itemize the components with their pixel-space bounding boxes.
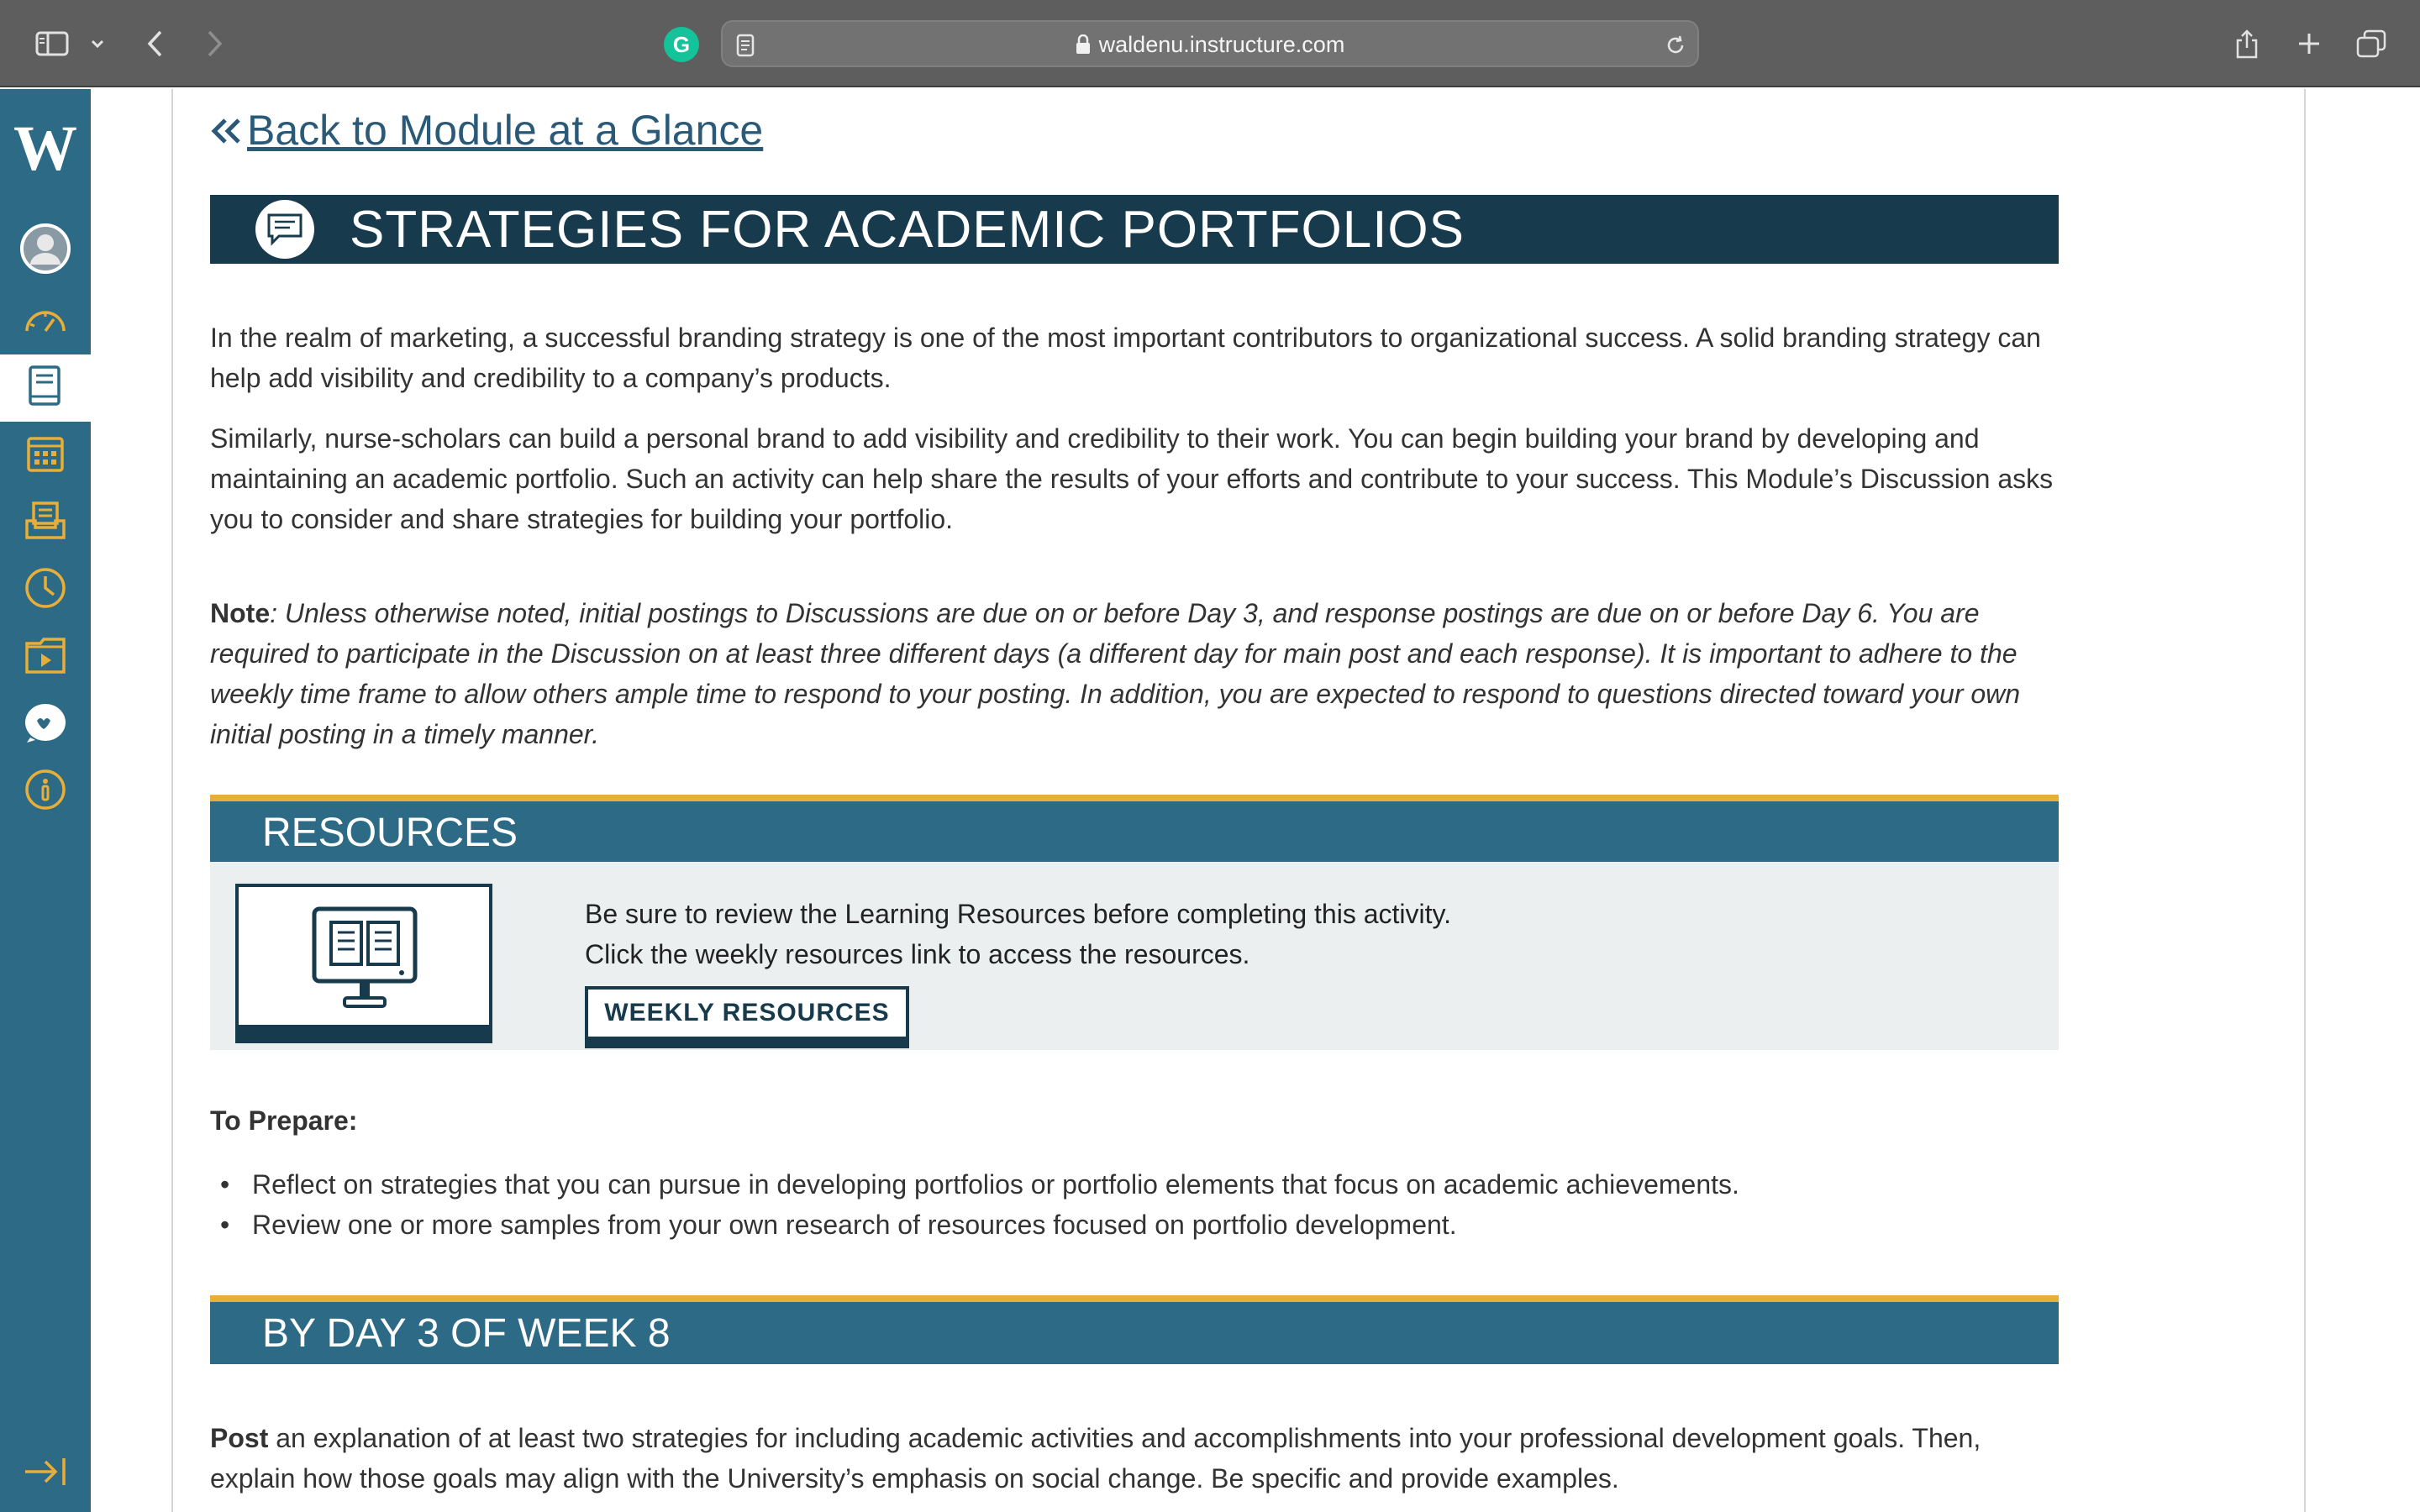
list-item: Review one or more samples from your own…	[210, 1205, 1739, 1245]
discussion-icon	[255, 200, 314, 259]
calendar-icon	[25, 433, 66, 478]
nav-history[interactable]	[0, 556, 91, 623]
intro-paragraph-2: Similarly, nurse-scholars can build a pe…	[210, 423, 2054, 534]
post-label: Post	[210, 1423, 269, 1453]
courses-icon	[27, 365, 64, 412]
double-chevron-left-icon	[210, 106, 244, 155]
back-link-label: Back to Module at a Glance	[247, 107, 764, 154]
account-icon	[19, 223, 71, 279]
list-item: Reflect on strategies that you can pursu…	[210, 1164, 1739, 1205]
page-title: STRATEGIES FOR ACADEMIC PORTFOLIOS	[350, 201, 1465, 259]
inbox-icon	[24, 501, 67, 545]
reload-icon[interactable]	[1664, 34, 1687, 61]
help-icon	[24, 768, 67, 816]
nav-account[interactable]	[0, 217, 91, 284]
commons-icon	[24, 635, 67, 680]
to-prepare-heading: To Prepare:	[210, 1105, 358, 1136]
note-label: Note	[210, 598, 271, 628]
monitor-book-icon	[235, 884, 492, 1043]
url-text: waldenu.instructure.com	[723, 32, 1697, 60]
post-instructions: Post an explanation of at least two stra…	[210, 1418, 2059, 1499]
nav-support[interactable]	[0, 690, 91, 758]
nav-collapse[interactable]	[0, 1440, 91, 1507]
to-prepare-list: Reflect on strategies that you can pursu…	[210, 1164, 1739, 1245]
url-value: waldenu.instructure.com	[1098, 32, 1345, 57]
tab-overview-icon[interactable]	[2353, 22, 2390, 66]
note-paragraph: Note: Unless otherwise noted, initial po…	[210, 593, 2059, 754]
nav-inbox[interactable]	[0, 489, 91, 556]
new-tab-icon[interactable]	[2291, 22, 2328, 66]
back-icon[interactable]	[138, 22, 171, 66]
resources-line-1: Be sure to review the Learning Resources…	[585, 899, 1452, 929]
browser-toolbar: G waldenu.instructure.com	[0, 0, 2420, 87]
walden-logo[interactable]: W	[0, 113, 91, 186]
nav-calendar[interactable]	[0, 422, 91, 489]
nav-dashboard[interactable]	[0, 287, 91, 354]
resources-line-2: Click the weekly resources link to acces…	[585, 939, 1250, 969]
intro-paragraph-1: In the realm of marketing, a successful …	[210, 323, 2041, 393]
by-day-3-heading: BY DAY 3 OF WEEK 8	[262, 1311, 671, 1356]
back-to-module-link[interactable]: Back to Module at a Glance	[210, 106, 763, 155]
lock-icon	[1076, 34, 1091, 60]
support-icon	[22, 701, 69, 748]
nav-help[interactable]	[0, 758, 91, 825]
nav-courses[interactable]	[0, 354, 91, 422]
note-text: : Unless otherwise noted, initial postin…	[210, 598, 2021, 749]
forward-icon[interactable]	[198, 22, 232, 66]
by-day-3-banner: BY DAY 3 OF WEEK 8	[210, 1295, 2059, 1364]
nav-commons[interactable]	[0, 623, 91, 690]
history-icon	[24, 566, 67, 614]
page-title-banner: STRATEGIES FOR ACADEMIC PORTFOLIOS	[210, 195, 2059, 264]
grammarly-icon[interactable]: G	[664, 27, 699, 62]
resources-box: Be sure to review the Learning Resources…	[210, 862, 2059, 1050]
weekly-resources-button[interactable]: WEEKLY RESOURCES	[585, 986, 909, 1048]
resources-heading: RESOURCES	[262, 811, 518, 855]
chevron-down-icon[interactable]	[86, 22, 109, 66]
share-icon[interactable]	[2228, 22, 2265, 66]
dashboard-icon	[22, 302, 69, 340]
sidebar-toggle-icon[interactable]	[30, 22, 74, 66]
address-bar[interactable]: waldenu.instructure.com	[721, 20, 1699, 67]
collapse-nav-icon	[22, 1455, 69, 1493]
global-nav: W	[0, 89, 91, 1512]
post-text: an explanation of at least two strategie…	[210, 1423, 1981, 1494]
resources-text: Be sure to review the Learning Resources…	[585, 894, 1451, 974]
resources-banner: RESOURCES	[210, 795, 2059, 864]
